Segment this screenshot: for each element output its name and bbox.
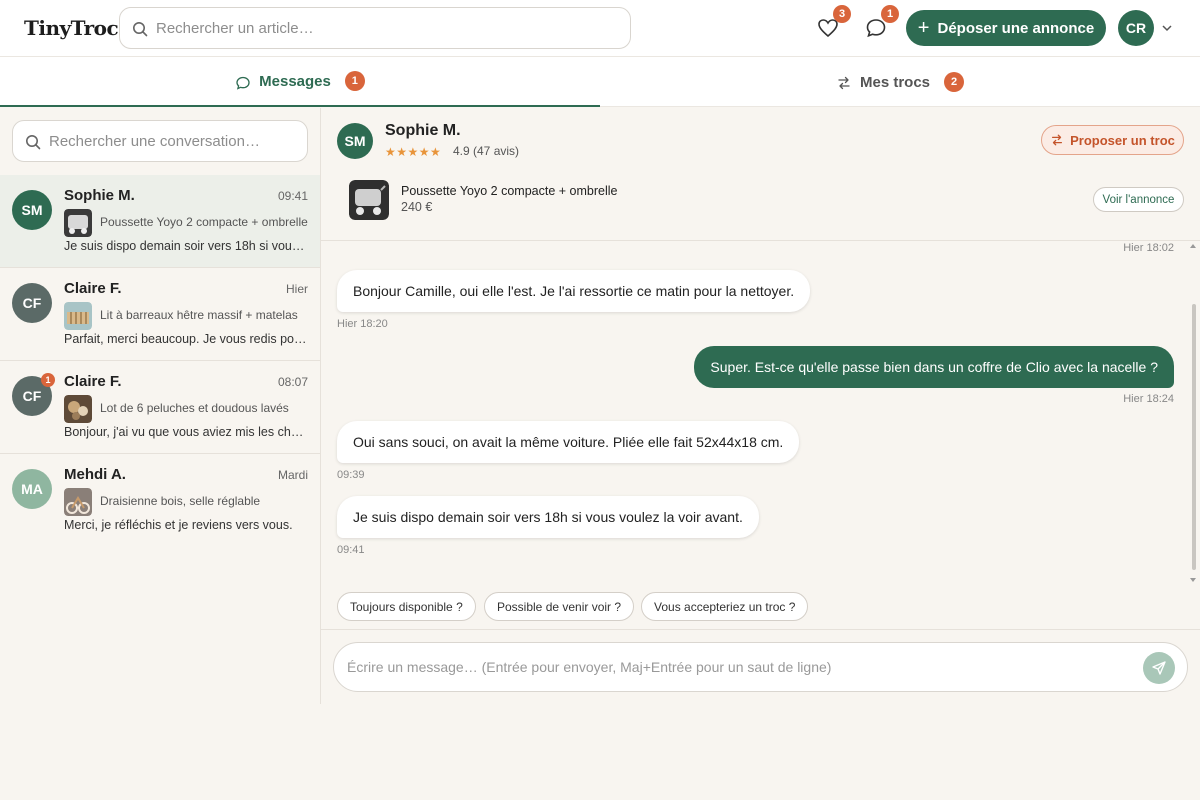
message-composer[interactable] — [333, 642, 1188, 692]
chevron-down-icon[interactable] — [1161, 22, 1173, 34]
incoming-message: Oui sans souci, on avait la même voiture… — [337, 421, 800, 463]
user-avatar[interactable]: CR — [1118, 10, 1154, 46]
search-icon — [133, 22, 148, 37]
send-button[interactable] — [1143, 652, 1175, 684]
chat-bubble-icon — [236, 76, 250, 90]
conversation-preview: Je suis dispo demain soir vers 18h si vo… — [64, 239, 310, 253]
propose-trade-button[interactable]: Proposer un troc — [1041, 125, 1184, 155]
conversation-time: 09:41 — [277, 189, 308, 203]
messages-badge: 1 — [881, 5, 899, 23]
tab-my-trades-label: Mes trocs — [859, 73, 931, 91]
unread-badge: 1 — [41, 373, 55, 387]
incoming-message: Bonjour Camille, oui elle l'est. Je l'ai… — [337, 270, 811, 312]
rating-stars: ★★★★★ — [385, 145, 442, 159]
listing-price: 240 € — [401, 200, 433, 214]
message-timestamp: Hier 18:20 — [337, 318, 388, 330]
tab-my-trades[interactable]: Mes trocs 2 — [600, 57, 1200, 107]
post-listing-button[interactable]: + Déposer une annonce — [906, 10, 1106, 46]
tab-my-trades-badge: 2 — [944, 72, 965, 92]
search-icon — [26, 135, 41, 150]
conversation-item[interactable]: CF Claire F. Hier Lit à barreaux hêtre m… — [0, 268, 320, 361]
contact-avatar[interactable]: SM — [337, 123, 373, 159]
conversation-name: Claire F. — [64, 373, 122, 390]
conversation-item-title: Lot de 6 peluches et doudous lavés — [100, 401, 289, 415]
message-thread: Hier 18:02 Bonjour Camille, oui elle l'e… — [321, 241, 1200, 581]
favorites-badge: 3 — [833, 5, 851, 23]
conversation-item-title: Lit à barreaux hêtre massif + matelas — [100, 308, 298, 322]
avatar: SM — [12, 190, 52, 230]
propose-trade-label: Proposer un troc — [1070, 132, 1175, 148]
message-input[interactable] — [347, 643, 1137, 691]
plus-icon: + — [917, 17, 930, 39]
conversation-list-panel: SM Sophie M. 09:41 Poussette Yoyo 2 comp… — [0, 108, 321, 704]
avatar: MA — [12, 469, 52, 509]
swap-arrows-icon — [838, 76, 850, 90]
conversation-time: 08:07 — [277, 375, 308, 389]
message-timestamp: Hier 18:24 — [1123, 393, 1174, 405]
conversation-name: Mehdi A. — [64, 466, 126, 483]
post-listing-label: Déposer une annonce — [937, 19, 1095, 37]
send-icon — [1152, 661, 1166, 675]
conversation-item-title: Draisienne bois, selle réglable — [100, 494, 261, 508]
top-header: TinyTroc 3 1 + Déposer une annonce CR — [0, 0, 1200, 57]
conversation-item-title: Poussette Yoyo 2 compacte + ombrelle — [100, 215, 308, 229]
message-timestamp: 09:39 — [337, 469, 365, 481]
conversation-name: Sophie M. — [64, 187, 135, 204]
rating-text: 4.9 (47 avis) — [453, 144, 520, 158]
quick-reply-chip[interactable]: Possible de venir voir ? — [484, 592, 635, 621]
view-listing-button[interactable]: Voir l'annonce — [1093, 187, 1184, 212]
scroll-up-arrow-icon[interactable] — [1189, 243, 1197, 249]
conversation-preview: Bonjour, j'ai vu que vous aviez mis les … — [64, 425, 310, 439]
avatar-initials: CF — [22, 388, 42, 404]
conversation-item[interactable]: MA Mehdi A. Mardi Draisienne bois, selle… — [0, 454, 320, 547]
tab-messages[interactable]: Messages 1 — [0, 57, 600, 107]
incoming-message: Je suis dispo demain soir vers 18h si vo… — [337, 496, 759, 538]
conversation-preview: Merci, je réfléchis et je reviens vers v… — [64, 518, 293, 532]
avatar: CF 1 — [12, 373, 55, 416]
conversation-item[interactable]: CF 1 Claire F. 08:07 Lot de 6 peluches e… — [0, 361, 320, 454]
favorites-button[interactable]: 3 — [815, 5, 851, 40]
message-timestamp: Hier 18:02 — [1123, 242, 1174, 254]
listing-thumbnail[interactable] — [349, 180, 389, 220]
conversation-name: Claire F. — [64, 280, 122, 297]
conversation-time: Hier — [285, 282, 308, 296]
chat-scrollbar[interactable] — [1192, 304, 1196, 570]
item-thumbnail — [64, 488, 92, 516]
conversation-search-input[interactable] — [49, 121, 299, 161]
listing-title: Poussette Yoyo 2 compacte + ombrelle — [401, 184, 618, 198]
quick-reply-chip[interactable]: Toujours disponible ? — [337, 592, 476, 621]
tab-messages-badge: 1 — [344, 71, 365, 91]
conversation-time: Mardi — [277, 468, 308, 482]
scroll-down-arrow-icon[interactable] — [1189, 577, 1197, 583]
message-timestamp: 09:41 — [337, 544, 365, 556]
avatar: CF — [12, 283, 52, 323]
logo[interactable]: TinyTroc — [24, 16, 119, 40]
item-search-input[interactable] — [156, 8, 616, 48]
messages-button[interactable]: 1 — [863, 5, 899, 40]
conversation-item[interactable]: SM Sophie M. 09:41 Poussette Yoyo 2 comp… — [0, 175, 320, 268]
contact-name[interactable]: Sophie M. — [385, 122, 461, 140]
item-thumbnail — [64, 209, 92, 237]
tab-messages-label: Messages — [259, 72, 331, 90]
item-thumbnail — [64, 395, 92, 423]
divider — [321, 629, 1200, 630]
quick-reply-chip[interactable]: Vous accepteriez un troc ? — [641, 592, 809, 621]
chat-panel: SM Sophie M. ★★★★★ 4.9 (47 avis) Propose… — [321, 108, 1200, 704]
swap-arrows-icon — [1052, 134, 1063, 146]
chat-header: SM Sophie M. ★★★★★ 4.9 (47 avis) Propose… — [321, 108, 1200, 241]
outgoing-message: Super. Est-ce qu'elle passe bien dans un… — [694, 346, 1174, 388]
item-thumbnail — [64, 302, 92, 330]
item-search-box[interactable] — [119, 7, 631, 49]
conversation-preview: Parfait, merci beaucoup. Je vous redis p… — [64, 332, 310, 346]
tab-bar: Messages 1 Mes trocs 2 — [0, 57, 1200, 107]
conversation-search-box[interactable] — [12, 120, 308, 162]
